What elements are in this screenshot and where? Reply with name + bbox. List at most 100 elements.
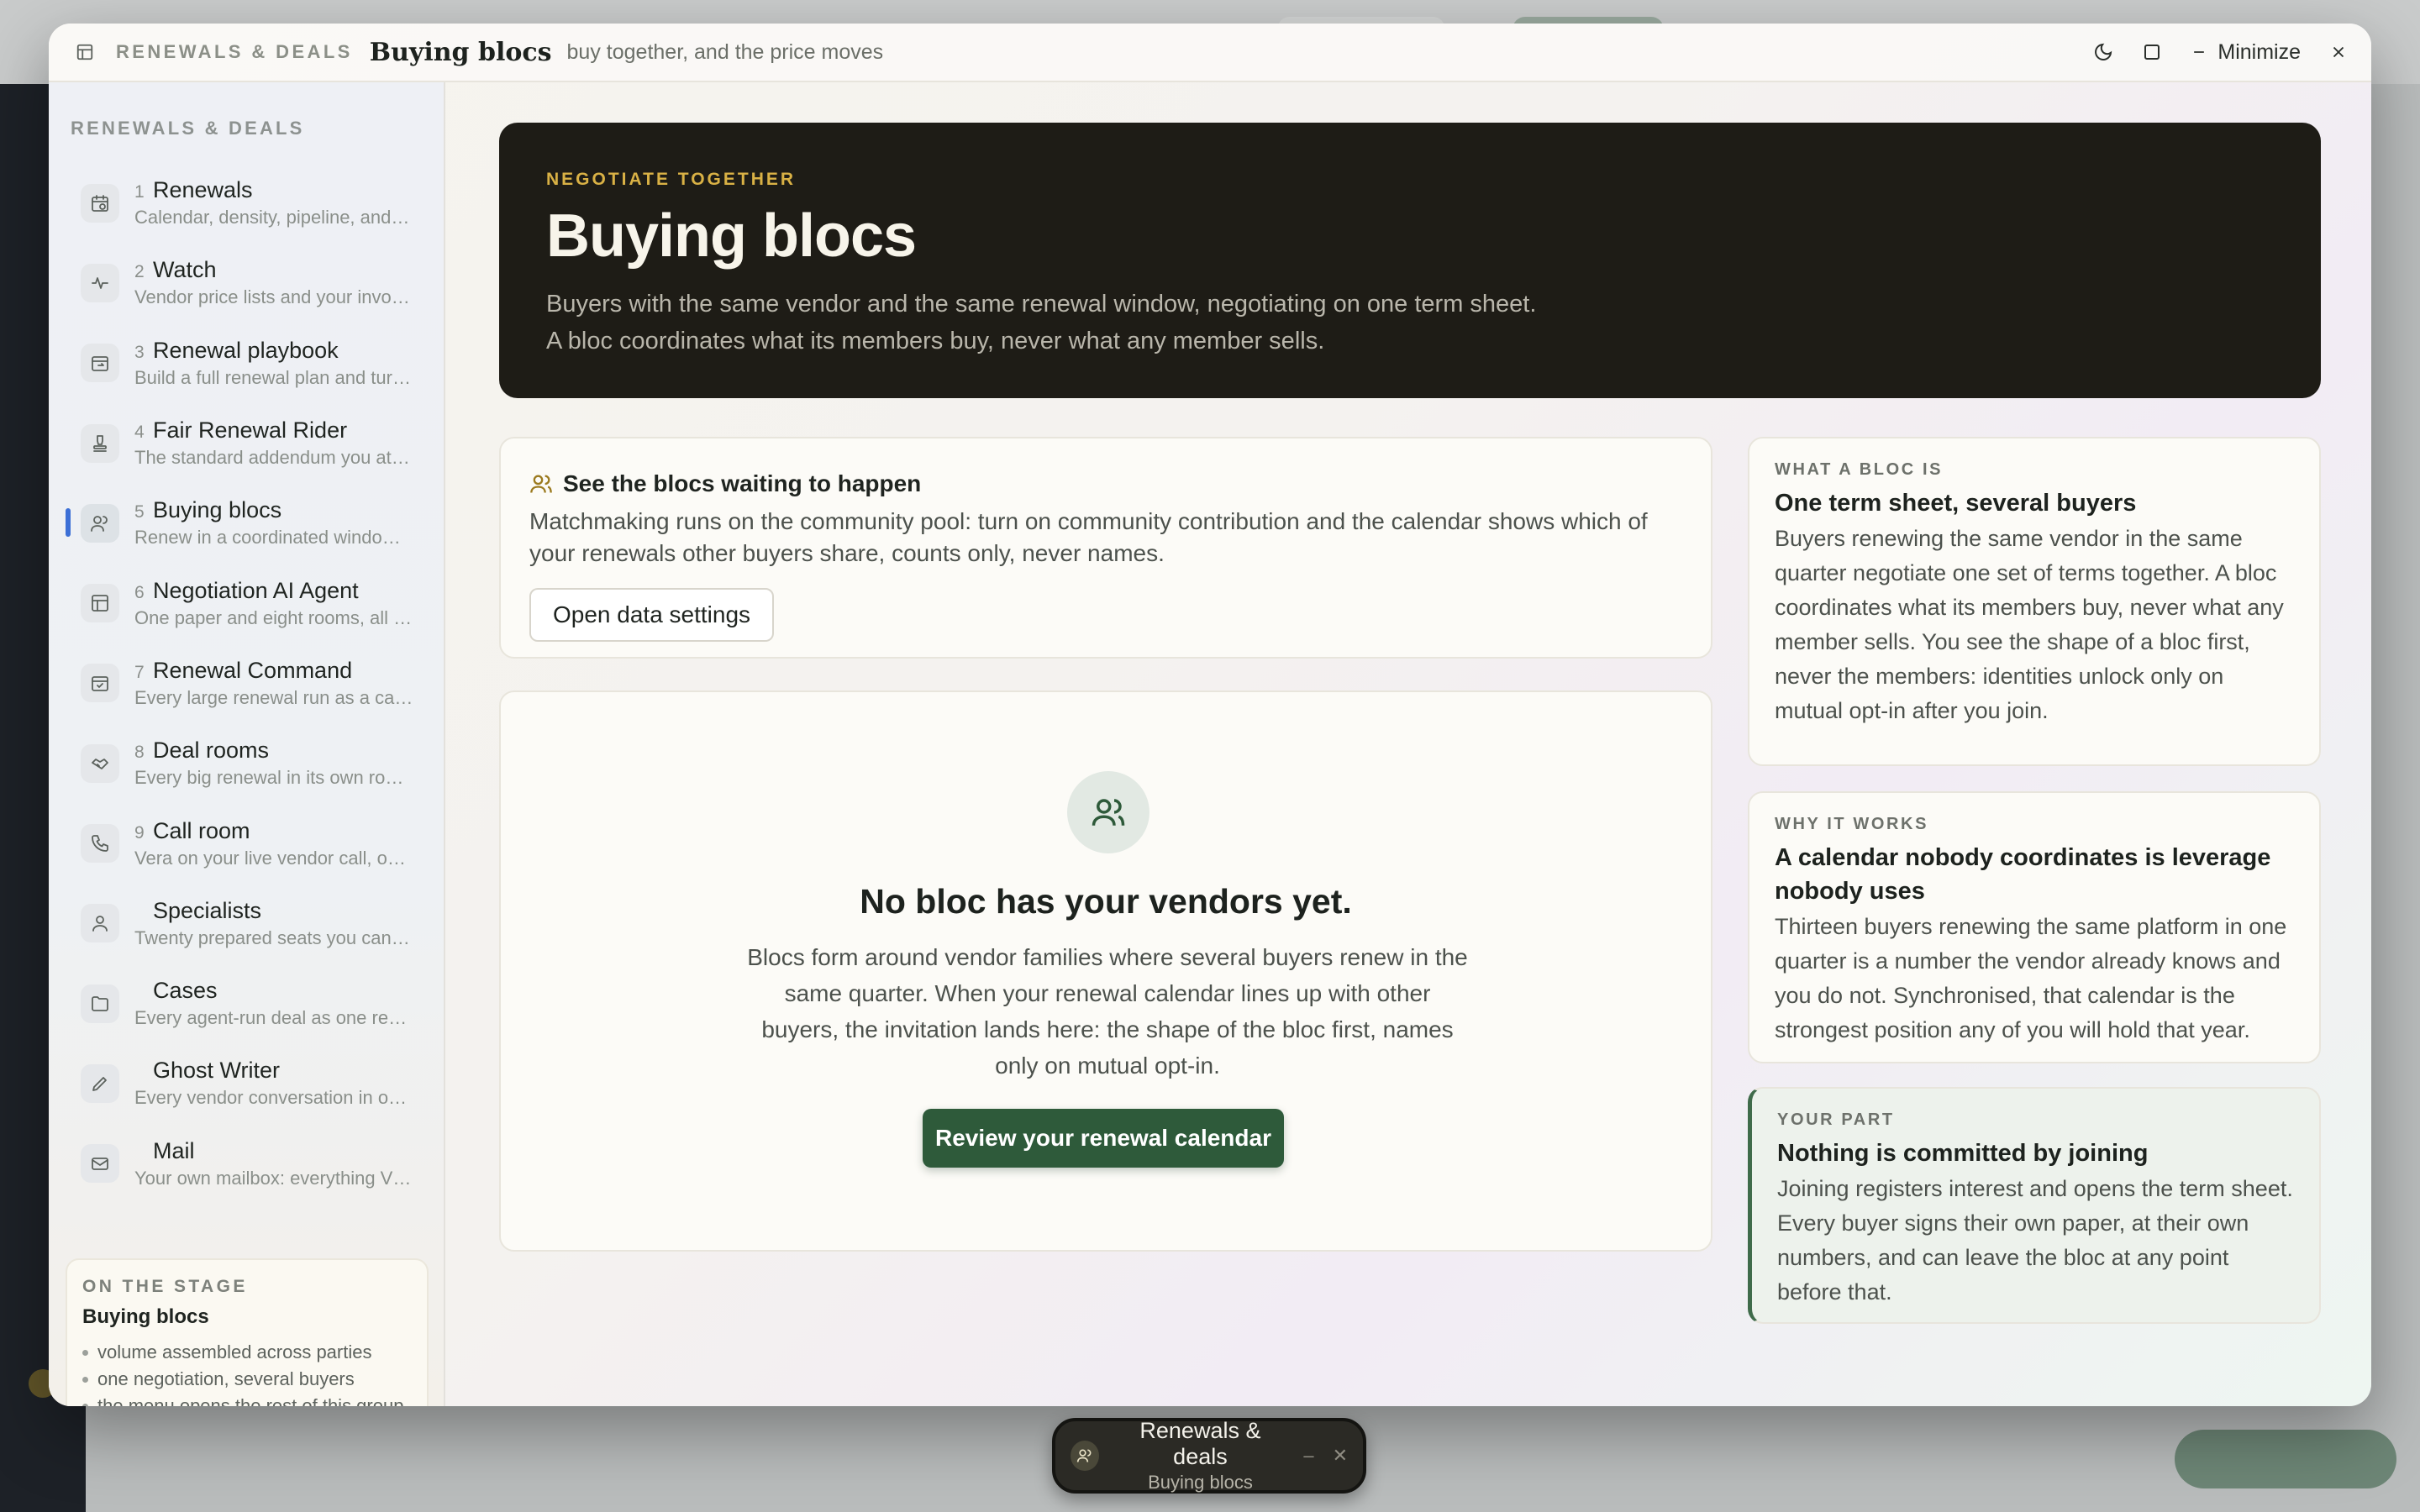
square-icon bbox=[2144, 45, 2160, 60]
close-icon bbox=[2333, 46, 2344, 58]
waiting-title: See the blocs waiting to happen bbox=[563, 470, 922, 496]
minimize-button[interactable]: Minimize bbox=[2191, 40, 2301, 65]
handshake-icon bbox=[81, 743, 119, 783]
calendar-clock-icon bbox=[81, 183, 119, 223]
card-title: Nothing is committed by joining bbox=[1777, 1140, 2149, 1167]
stage-point: the menu opens the rest of this group bbox=[82, 1393, 412, 1406]
sidebar-item-fair-renewal-rider[interactable]: 4 Fair Renewal Rider The standard addendum… bbox=[49, 403, 445, 483]
stamp-icon bbox=[81, 423, 119, 463]
card-body: Joining registers interest and opens the… bbox=[1777, 1176, 2293, 1305]
sidebar-item-renewal-playbook[interactable]: 3 Renewal playbook Build a full renewal pl… bbox=[49, 323, 445, 403]
sidebar-item-description: One paper and eight rooms, all … bbox=[134, 606, 413, 628]
sidebar-item-label: Ghost Writer bbox=[153, 1058, 281, 1084]
titlebar-title: Buying blocs bbox=[369, 37, 552, 67]
sidebar-item-watch[interactable]: 2 Watch Vendor price lists and your invo… bbox=[49, 243, 445, 323]
sidebar-item-description: Renew in a coordinated windo… bbox=[134, 527, 401, 549]
user-icon bbox=[81, 904, 119, 943]
users-icon bbox=[81, 503, 119, 543]
sidebar-item-label: Renewals bbox=[153, 177, 253, 203]
stage-title: Buying blocs bbox=[82, 1305, 209, 1328]
sidebar-item-call-room[interactable]: 9 Call room Vera on your live vendor call,… bbox=[49, 803, 445, 883]
dock-subtitle: Buying blocs bbox=[1148, 1472, 1253, 1493]
sidebar-heading: RENEWALS & DEALS bbox=[71, 118, 305, 139]
sidebar-item-number: 5 bbox=[134, 502, 145, 522]
sidebar-item-negotiation-ai-agent[interactable]: 6 Negotiation AI Agent One paper and eight… bbox=[49, 563, 445, 643]
sidebar-item-description: Every big renewal in its own ro… bbox=[134, 767, 404, 789]
sidebar-item-number: 9 bbox=[134, 822, 145, 843]
info-card-your-part: YOUR PART Nothing is committed by joinin… bbox=[1748, 1087, 2321, 1324]
hero-line: A bloc coordinates what its members buy,… bbox=[546, 328, 1325, 354]
moon-icon bbox=[2095, 43, 2112, 60]
empty-state-title: No bloc has your vendors yet. bbox=[860, 882, 1352, 921]
close-button[interactable] bbox=[2329, 43, 2348, 61]
calendar-check-icon bbox=[81, 664, 119, 703]
card-title: One term sheet, several buyers bbox=[1775, 490, 2137, 517]
sidebar-item-buying-blocs[interactable]: 5 Buying blocs Renew in a coordinated wind… bbox=[49, 483, 445, 563]
sidebar-item-number: 4 bbox=[134, 423, 145, 443]
minimize-label: Minimize bbox=[2217, 39, 2301, 64]
card-title: A calendar nobody coordinates is leverag… bbox=[1775, 844, 2271, 905]
sidebar-item-label: Cases bbox=[153, 978, 218, 1004]
info-card-what-a-bloc-is: WHAT A BLOC IS One term sheet, several b… bbox=[1748, 437, 2321, 766]
background-ask-button bbox=[2175, 1430, 2396, 1488]
sidebar-item-description: Vera on your live vendor call, o… bbox=[134, 847, 406, 869]
waiting-body: Matchmaking runs on the community pool: … bbox=[529, 508, 1648, 566]
sidebar-item-cases[interactable]: Cases Every agent-run deal as one re… bbox=[49, 963, 445, 1043]
card-eyebrow: WHAT A BLOC IS bbox=[1775, 460, 1944, 479]
open-data-settings-button[interactable]: Open data settings bbox=[529, 588, 775, 642]
card-eyebrow: YOUR PART bbox=[1777, 1110, 1895, 1129]
sidebar-item-description: Every large renewal run as a ca… bbox=[134, 686, 413, 708]
dock-title: Renewals & deals bbox=[1139, 1418, 1261, 1469]
sidebar-item-label: Renewal playbook bbox=[153, 337, 339, 363]
sidebar: RENEWALS & DEALS 1 Renewals Calendar, dens… bbox=[49, 82, 445, 1406]
hero-line: Buyers with the same vendor and the same… bbox=[546, 291, 1537, 318]
sidebar-item-number: 8 bbox=[134, 743, 145, 763]
sidebar-item-specialists[interactable]: Specialists Twenty prepared seats you can… bbox=[49, 884, 445, 963]
sidebar-list: 1 Renewals Calendar, density, pipeline, an… bbox=[49, 163, 445, 1204]
stage-point: volume assembled across parties bbox=[82, 1339, 412, 1366]
sidebar-item-description: Your own mailbox: everything V… bbox=[134, 1167, 412, 1189]
sidebar-item-mail[interactable]: Mail Your own mailbox: everything V… bbox=[49, 1124, 445, 1204]
sidebar-item-number: 7 bbox=[134, 662, 145, 682]
card-body: Buyers renewing the same vendor in the s… bbox=[1775, 526, 2284, 723]
maximize-button[interactable] bbox=[2142, 42, 2162, 62]
calendar-arrow-icon bbox=[81, 344, 119, 383]
card-body: Thirteen buyers renewing the same platfo… bbox=[1775, 914, 2287, 1042]
titlebar-controls: Minimize bbox=[2093, 40, 2348, 65]
empty-state-card: No bloc has your vendors yet. Blocs form… bbox=[499, 690, 1712, 1252]
sidebar-item-description: Vendor price lists and your invo… bbox=[134, 286, 410, 308]
layout-icon bbox=[72, 39, 97, 65]
sidebar-item-ghost-writer[interactable]: Ghost Writer Every vendor conversation in… bbox=[49, 1043, 445, 1123]
sidebar-item-description: Every agent-run deal as one re… bbox=[134, 1007, 408, 1029]
sidebar-item-label: Negotiation AI Agent bbox=[153, 577, 359, 603]
users-icon bbox=[530, 475, 552, 493]
hero-banner: NEGOTIATE TOGETHER Buying blocs Buyers w… bbox=[499, 123, 2321, 398]
theme-toggle-button[interactable] bbox=[2093, 42, 2113, 62]
stage-heading: ON THE STAGE bbox=[82, 1277, 248, 1296]
sidebar-item-renewal-command[interactable]: 7 Renewal Command Every large renewal run … bbox=[49, 643, 445, 723]
titlebar-subtitle: buy together, and the price moves bbox=[566, 39, 884, 64]
sidebar-item-number: 3 bbox=[134, 342, 145, 362]
info-card-why-it-works: WHY IT WORKS A calendar nobody coordinat… bbox=[1748, 791, 2321, 1063]
sidebar-item-label: Watch bbox=[153, 257, 217, 283]
window-dock-pill[interactable]: Renewals & deals Buying blocs – ✕ bbox=[1052, 1418, 1366, 1494]
dock-close-icon[interactable]: ✕ bbox=[1333, 1445, 1348, 1467]
sidebar-item-description: Twenty prepared seats you can… bbox=[134, 927, 410, 948]
card-eyebrow: WHY IT WORKS bbox=[1775, 815, 1929, 833]
mail-icon bbox=[81, 1144, 119, 1184]
hero-title: Buying blocs bbox=[546, 202, 917, 270]
sidebar-item-description: The standard addendum you at… bbox=[134, 447, 410, 469]
sidebar-item-description: Calendar, density, pipeline, and… bbox=[134, 207, 410, 228]
sidebar-item-label: Mail bbox=[153, 1137, 195, 1163]
sidebar-item-number: 2 bbox=[134, 262, 145, 282]
on-the-stage-panel: ON THE STAGE Buying blocs volume assembl… bbox=[66, 1258, 429, 1406]
sidebar-item-description: Every vendor conversation in o… bbox=[134, 1087, 408, 1109]
sidebar-item-deal-rooms[interactable]: 8 Deal rooms Every big renewal in its own … bbox=[49, 723, 445, 803]
sidebar-item-number: 6 bbox=[134, 582, 145, 602]
review-renewal-calendar-button[interactable]: Review your renewal calendar bbox=[923, 1109, 1284, 1168]
blocs-waiting-card: See the blocs waiting to happen Matchmak… bbox=[499, 437, 1712, 659]
stage-point: one negotiation, several buyers bbox=[82, 1366, 412, 1393]
renewals-window: RENEWALS & DEALS Buying blocs buy togeth… bbox=[49, 24, 2371, 1406]
sidebar-item-renewals[interactable]: 1 Renewals Calendar, density, pipeline, an… bbox=[49, 163, 445, 243]
dock-minimize-icon[interactable]: – bbox=[1303, 1445, 1313, 1467]
